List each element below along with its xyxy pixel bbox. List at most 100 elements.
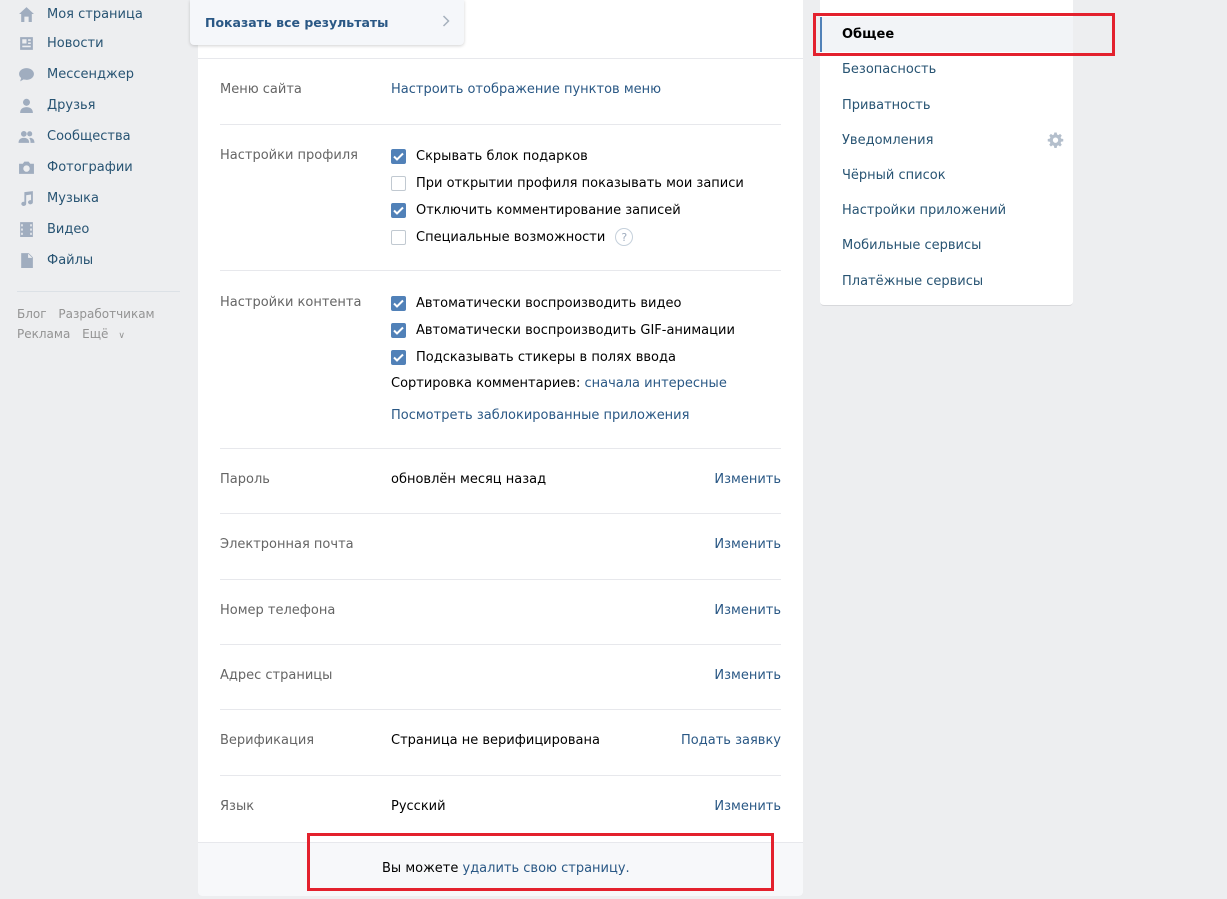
nav-label: Видео	[47, 222, 90, 237]
delete-page-link[interactable]: удалить свою страницу.	[463, 861, 630, 876]
settings-menu-security[interactable]: Безопасность	[820, 52, 1073, 87]
row-label: Электронная почта	[220, 537, 354, 552]
checkbox-accessibility[interactable]: Специальные возможности ?	[391, 228, 634, 246]
checkbox-hide-gifts[interactable]: Скрывать блок подарков	[391, 147, 588, 165]
change-password-button[interactable]: Изменить	[714, 472, 781, 487]
settings-panel: Меню сайта Настроить отображение пунктов…	[198, 0, 803, 896]
checkbox-autoplay-gif[interactable]: Автоматически воспроизводить GIF-анимаци…	[391, 321, 735, 339]
settings-menu-blacklist[interactable]: Чёрный список	[820, 158, 1073, 193]
footer-links: Блог Разработчикам Реклама Ещё ∨	[17, 304, 182, 346]
comment-sort-dropdown[interactable]: сначала интересные	[584, 376, 726, 391]
settings-menu-payment-services[interactable]: Платёжные сервисы	[820, 264, 1073, 299]
checkbox-label: Скрывать блок подарков	[416, 148, 588, 164]
footer-link-more[interactable]: Ещё ∨	[82, 327, 133, 341]
nav-label: Новости	[47, 36, 104, 51]
comment-sort-label: Сортировка комментариев:	[391, 376, 581, 391]
menu-item-label: Платёжные сервисы	[842, 274, 984, 289]
row-divider	[220, 124, 781, 125]
settings-menu: Общее Безопасность Приватность Уведомлен…	[820, 0, 1073, 306]
menu-item-label: Безопасность	[842, 62, 937, 77]
nav-label: Моя страница	[47, 6, 143, 22]
nav-label: Фотографии	[47, 160, 133, 175]
settings-menu-mobile-services[interactable]: Мобильные сервисы	[820, 228, 1073, 263]
news-icon	[17, 35, 35, 53]
gear-icon[interactable]	[1047, 132, 1064, 149]
help-icon[interactable]: ?	[615, 228, 634, 246]
change-email-button[interactable]: Изменить	[714, 537, 781, 552]
row-label: Адрес страницы	[220, 668, 333, 683]
settings-menu-general[interactable]: Общее	[820, 17, 1073, 52]
nav-label: Друзья	[47, 98, 96, 113]
checkbox-label: При открытии профиля показывать мои запи…	[416, 175, 744, 191]
checkbox-checked[interactable]	[391, 295, 406, 311]
configure-menu-link[interactable]: Настроить отображение пунктов меню	[391, 82, 661, 97]
checkbox-sticker-hints[interactable]: Подсказывать стикеры в полях ввода	[391, 348, 676, 366]
panel-divider	[198, 58, 803, 59]
row-divider	[220, 513, 781, 514]
row-value: Русский	[391, 799, 446, 814]
menu-item-label: Приватность	[842, 98, 931, 113]
checkbox-unchecked[interactable]	[391, 229, 406, 245]
row-label: Язык	[220, 799, 255, 814]
menu-item-label: Чёрный список	[842, 168, 946, 183]
checkbox-checked[interactable]	[391, 148, 406, 164]
checkbox-checked[interactable]	[391, 202, 406, 218]
checkbox-label: Автоматически воспроизводить GIF-анимаци…	[416, 322, 735, 338]
apply-verification-button[interactable]: Подать заявку	[681, 733, 781, 748]
delete-page-text: Вы можете удалить свою страницу.	[382, 861, 630, 876]
nav-divider	[17, 291, 180, 292]
settings-menu-notifications[interactable]: Уведомления	[820, 123, 1073, 158]
chevron-right-icon	[442, 14, 450, 31]
checkbox-checked[interactable]	[391, 349, 406, 365]
show-all-results-label: Показать все результаты	[205, 15, 389, 30]
checkbox-unchecked[interactable]	[391, 175, 406, 191]
checkbox-autoplay-video[interactable]: Автоматически воспроизводить видео	[391, 294, 681, 312]
messenger-icon	[17, 66, 35, 84]
friends-icon	[17, 97, 35, 115]
nav-item-friends[interactable]: Друзья	[17, 90, 182, 121]
nav-item-my-page[interactable]: Моя страница	[17, 0, 182, 28]
home-icon	[17, 5, 35, 23]
change-language-button[interactable]: Изменить	[714, 799, 781, 814]
blocked-apps-link[interactable]: Посмотреть заблокированные приложения	[391, 408, 689, 423]
checkbox-checked[interactable]	[391, 322, 406, 338]
checkbox-show-my-posts[interactable]: При открытии профиля показывать мои запи…	[391, 174, 744, 192]
row-label: Пароль	[220, 472, 270, 487]
settings-menu-app-settings[interactable]: Настройки приложений	[820, 193, 1073, 228]
footer-link-developers[interactable]: Разработчикам	[58, 307, 154, 321]
menu-item-label: Общее	[842, 27, 895, 42]
nav-label: Сообщества	[47, 129, 131, 144]
site-menu-label: Меню сайта	[220, 82, 302, 97]
change-phone-button[interactable]: Изменить	[714, 603, 781, 618]
nav-item-communities[interactable]: Сообщества	[17, 121, 182, 152]
nav-item-video[interactable]: Видео	[17, 214, 182, 245]
checkbox-disable-comments[interactable]: Отключить комментирование записей	[391, 201, 681, 219]
camera-icon	[17, 159, 35, 177]
checkbox-label: Отключить комментирование записей	[416, 202, 681, 218]
delete-page-prefix: Вы можете	[382, 861, 459, 876]
profile-settings-label: Настройки профиля	[220, 148, 358, 163]
nav-item-news[interactable]: Новости	[17, 28, 182, 59]
row-value: обновлён месяц назад	[391, 472, 547, 487]
content-settings-label: Настройки контента	[220, 295, 362, 310]
checkbox-label: Специальные возможности	[416, 229, 606, 245]
nav-item-files[interactable]: Файлы	[17, 245, 182, 276]
show-all-results-button[interactable]: Показать все результаты	[190, 0, 464, 45]
comment-sort-row: Сортировка комментариев: сначала интерес…	[391, 376, 727, 391]
nav-item-photos[interactable]: Фотографии	[17, 152, 182, 183]
footer-link-blog[interactable]: Блог	[17, 307, 47, 321]
communities-icon	[17, 128, 35, 146]
nav-label: Музыка	[47, 191, 99, 206]
vk-settings-page: Моя страница Новости Мессенджер Друзья С…	[0, 0, 1227, 899]
footer-link-ads[interactable]: Реклама	[17, 327, 70, 341]
row-divider	[220, 709, 781, 710]
row-value: Страница не верифицирована	[391, 733, 600, 748]
menu-item-label: Настройки приложений	[842, 203, 1007, 218]
change-address-button[interactable]: Изменить	[714, 668, 781, 683]
row-label: Верификация	[220, 733, 315, 748]
nav-item-messenger[interactable]: Мессенджер	[17, 59, 182, 90]
nav-item-music[interactable]: Музыка	[17, 183, 182, 214]
menu-item-label: Мобильные сервисы	[842, 238, 982, 253]
settings-menu-privacy[interactable]: Приватность	[820, 88, 1073, 123]
video-icon	[17, 221, 35, 239]
